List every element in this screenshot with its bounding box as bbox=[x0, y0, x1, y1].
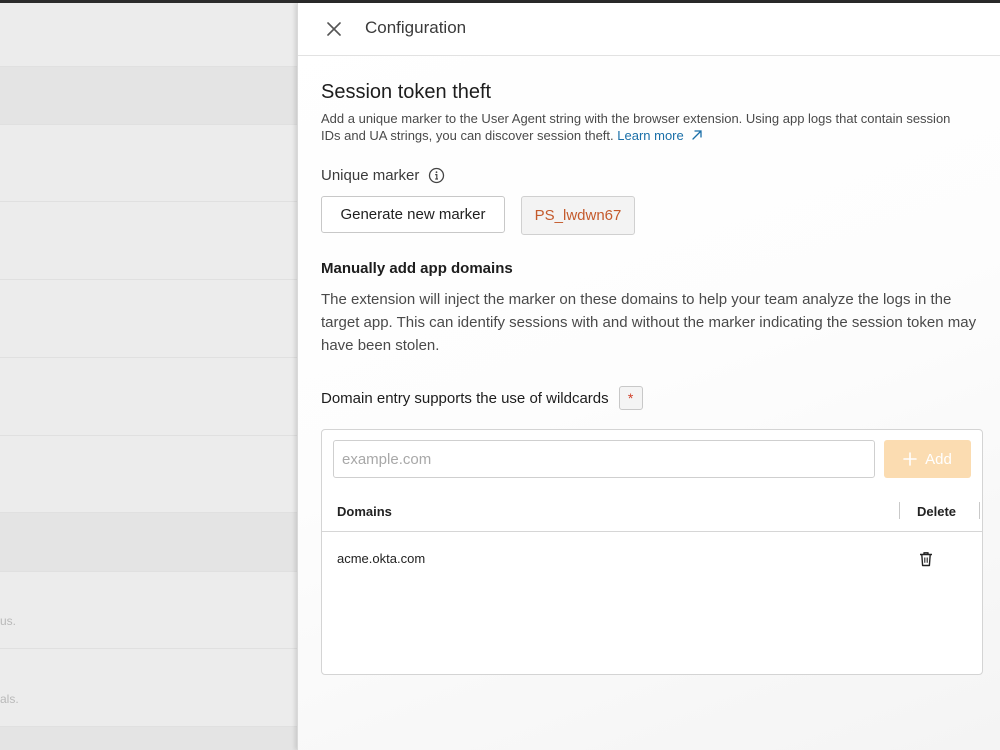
background-row: us. bbox=[0, 572, 297, 649]
background-row bbox=[0, 202, 297, 280]
background-row bbox=[0, 436, 297, 513]
learn-more-label: Learn more bbox=[617, 128, 684, 143]
background-row bbox=[0, 280, 297, 358]
unique-marker-label: Unique marker bbox=[321, 167, 445, 184]
generate-marker-button[interactable]: Generate new marker bbox=[321, 196, 505, 233]
manual-domains-title: Manually add app domains bbox=[321, 260, 513, 277]
domain-cell: acme.okta.com bbox=[337, 551, 426, 566]
wildcard-text: Domain entry supports the use of wildcar… bbox=[321, 389, 609, 407]
background-row bbox=[0, 67, 297, 125]
section-title: Session token theft bbox=[321, 81, 492, 103]
marker-value: PS_lwdwn67 bbox=[521, 196, 635, 235]
external-link-arrow-icon bbox=[692, 130, 703, 140]
background-row bbox=[0, 513, 297, 572]
asterisk-badge: * bbox=[618, 386, 643, 410]
column-header-delete: Delete bbox=[917, 504, 957, 519]
background-text: als. bbox=[0, 692, 19, 706]
background-row: als. bbox=[0, 649, 297, 727]
configuration-drawer: Configuration Session token theft Add a … bbox=[297, 3, 1000, 750]
domains-table-header: Domains Delete bbox=[322, 490, 982, 532]
column-divider[interactable] bbox=[899, 502, 900, 519]
add-label: Add bbox=[925, 450, 952, 468]
learn-more-link[interactable]: Learn more bbox=[617, 128, 703, 143]
drawer-header: Configuration bbox=[298, 3, 1000, 56]
table-row: acme.okta.com bbox=[322, 534, 982, 584]
domain-entry-panel: Add Domains Delete acme.okta.com bbox=[321, 429, 983, 675]
delete-domain-button[interactable] bbox=[917, 549, 935, 569]
background-row bbox=[0, 358, 297, 436]
plus-icon bbox=[903, 452, 917, 466]
close-button[interactable] bbox=[322, 17, 346, 41]
domain-input[interactable] bbox=[333, 440, 875, 478]
trash-icon bbox=[920, 552, 932, 567]
column-divider[interactable] bbox=[979, 502, 980, 519]
background-row bbox=[0, 125, 297, 202]
background-row bbox=[0, 727, 297, 750]
background-page: us. als. bbox=[0, 3, 297, 750]
background-text: us. bbox=[0, 614, 17, 628]
info-icon[interactable] bbox=[428, 167, 445, 184]
add-domain-button[interactable]: Add bbox=[884, 440, 971, 478]
drawer-title: Configuration bbox=[365, 18, 467, 37]
background-row bbox=[0, 3, 297, 67]
manual-domains-description: The extension will inject the marker on … bbox=[321, 291, 977, 354]
close-icon bbox=[327, 22, 341, 36]
unique-marker-text: Unique marker bbox=[321, 167, 420, 184]
column-header-domains[interactable]: Domains bbox=[337, 504, 392, 519]
wildcard-label: Domain entry supports the use of wildcar… bbox=[321, 386, 643, 410]
section-description: Add a unique marker to the User Agent st… bbox=[321, 110, 971, 144]
